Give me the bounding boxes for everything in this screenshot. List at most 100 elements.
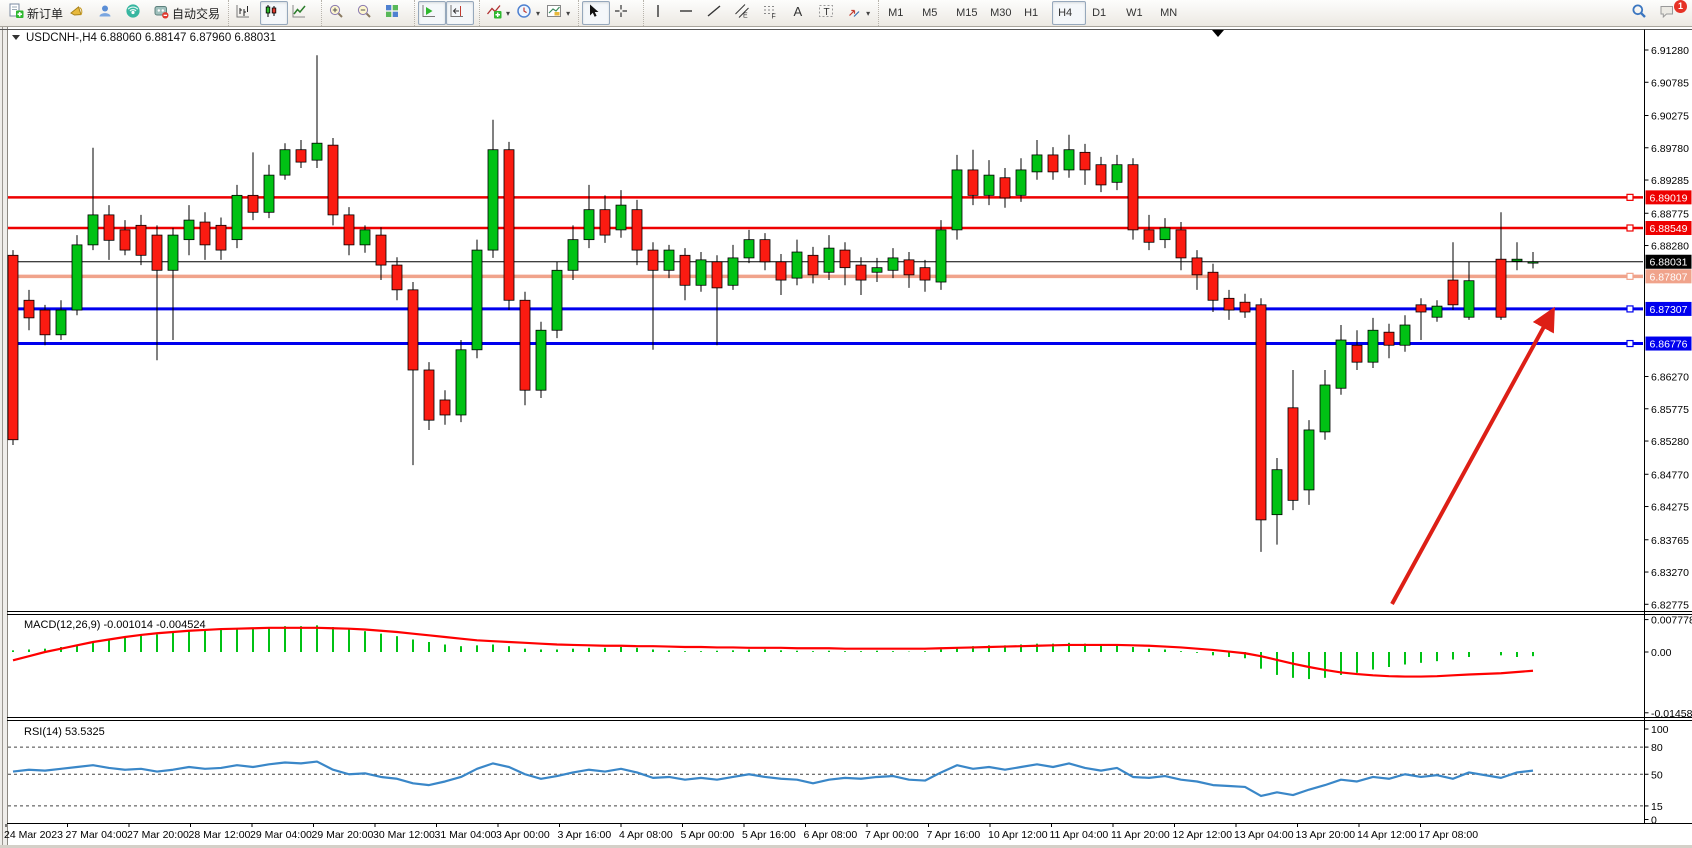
candle-body	[1224, 298, 1234, 310]
chart-window: 6.912806.907856.902756.897806.892856.887…	[0, 27, 1692, 848]
chevron-down-icon: ▾	[506, 9, 510, 18]
timeframe-m5-button[interactable]: M5	[916, 1, 950, 25]
rsi-tick-label: 100	[1651, 724, 1669, 736]
candle-body	[40, 310, 50, 335]
chevron-down-icon: ▾	[536, 9, 540, 18]
candle-body	[584, 210, 594, 240]
candle-body	[616, 205, 626, 230]
candle-body	[1112, 165, 1122, 183]
candle-body	[376, 235, 386, 265]
timeframe-mn-button[interactable]: MN	[1154, 1, 1188, 25]
line-endpoint-marker[interactable]	[1627, 273, 1633, 279]
chart-shift-icon	[449, 3, 465, 24]
candle-body	[856, 265, 866, 280]
new-order-button[interactable]: 新订单	[5, 1, 66, 25]
timeframe-w1-button[interactable]: W1	[1120, 1, 1154, 25]
timeframe-h4-button[interactable]: H4	[1052, 1, 1086, 25]
candle-body	[728, 258, 738, 285]
candle-body	[552, 270, 562, 330]
arrows-button[interactable]: ▾	[843, 1, 873, 25]
line-endpoint-marker[interactable]	[1627, 194, 1633, 200]
search-button[interactable]	[1628, 1, 1656, 25]
crosshair-button[interactable]	[610, 1, 638, 25]
candle-body	[312, 143, 322, 160]
candle-body	[1288, 408, 1298, 501]
price-badge-label: 6.88031	[1650, 257, 1688, 269]
horizontal-line-button[interactable]	[675, 1, 703, 25]
candle-body	[1336, 340, 1346, 388]
candle-body	[904, 260, 914, 275]
mt4-window: 新订单自动交易▾▾▾EFAT▾M1M5M15M30H1H4D1W1MN1 6.9…	[0, 0, 1692, 848]
toolbar-group	[578, 0, 641, 26]
signals-button[interactable]	[122, 1, 150, 25]
toolbar-group	[414, 0, 477, 26]
candle-body	[360, 230, 370, 245]
candle-body	[1096, 165, 1106, 185]
vertical-line-button[interactable]	[647, 1, 675, 25]
chevron-down-icon: ▾	[866, 9, 870, 18]
line-endpoint-marker[interactable]	[1627, 306, 1633, 312]
candle-body	[1432, 306, 1442, 317]
zoom-out-button[interactable]	[353, 1, 381, 25]
toolbar-group	[228, 0, 319, 26]
price-tick-label: 6.89285	[1651, 175, 1689, 187]
zoom-in-button[interactable]	[325, 1, 353, 25]
candlestick-chart-button[interactable]	[260, 1, 288, 25]
candle-body	[872, 268, 882, 273]
chart-shift-button[interactable]	[446, 1, 474, 25]
timeframe-h1-button[interactable]: H1	[1018, 1, 1052, 25]
line-endpoint-marker[interactable]	[1627, 341, 1633, 347]
tile-windows-button[interactable]	[381, 1, 409, 25]
line-chart-button[interactable]	[288, 1, 316, 25]
mql5-button[interactable]	[66, 1, 94, 25]
equidistant-channel-button[interactable]: E	[731, 1, 759, 25]
rsi-plot-area[interactable]	[8, 721, 1643, 823]
timeframe-m15-button[interactable]: M15	[950, 1, 984, 25]
bar-chart-button[interactable]	[232, 1, 260, 25]
main-chart-plot-area[interactable]	[8, 30, 1643, 611]
time-tick-label: 10 Apr 12:00	[988, 829, 1048, 841]
candle-body	[936, 230, 946, 282]
candle-body	[520, 300, 530, 390]
time-tick-label: 29 Mar 04:00	[250, 829, 312, 841]
toolbar: 新订单自动交易▾▾▾EFAT▾M1M5M15M30H1H4D1W1MN1	[0, 0, 1692, 27]
candle-body	[472, 250, 482, 350]
notification-badge: 1	[1674, 0, 1687, 13]
text-button[interactable]: A	[787, 1, 815, 25]
line-endpoint-marker[interactable]	[1627, 225, 1633, 231]
timeframe-d1-button[interactable]: D1	[1086, 1, 1120, 25]
label-t-icon: T	[818, 3, 834, 24]
time-tick-label: 12 Apr 12:00	[1173, 829, 1233, 841]
candle-body	[1048, 155, 1058, 172]
indicators-button[interactable]: ▾	[483, 1, 513, 25]
community-button[interactable]	[94, 1, 122, 25]
timeframe-m1-button[interactable]: M1	[882, 1, 916, 25]
candle-body	[504, 150, 514, 301]
candle-body	[488, 150, 498, 250]
time-tick-label: 3 Apr 00:00	[496, 829, 550, 841]
candle-body	[568, 240, 578, 271]
periods-button[interactable]: ▾	[513, 1, 543, 25]
time-tick-label: 3 Apr 16:00	[558, 829, 612, 841]
auto-scroll-button[interactable]	[418, 1, 446, 25]
candle-body	[1016, 170, 1026, 195]
chat-button[interactable]: 1	[1656, 1, 1684, 25]
templates-button[interactable]: ▾	[543, 1, 573, 25]
candle-body	[248, 195, 258, 212]
price-tick-label: 6.90785	[1651, 77, 1689, 89]
new-order-button-label: 新订单	[27, 5, 63, 22]
fibonacci-button[interactable]: F	[759, 1, 787, 25]
autotrading-button[interactable]: 自动交易	[150, 1, 223, 25]
price-badge-label: 6.88549	[1650, 223, 1688, 235]
fibo-icon: F	[762, 3, 778, 24]
price-tick-label: 6.91280	[1651, 45, 1689, 57]
candle-body	[920, 268, 930, 280]
price-tick-label: 6.84770	[1651, 469, 1689, 481]
timeframe-m30-button[interactable]: M30	[984, 1, 1018, 25]
text-label-button[interactable]: T	[815, 1, 843, 25]
svg-text:T: T	[824, 7, 830, 18]
trendline-button[interactable]	[703, 1, 731, 25]
time-tick-label: 13 Apr 20:00	[1296, 829, 1356, 841]
cursor-button[interactable]	[582, 1, 610, 25]
candle-body	[1352, 345, 1362, 362]
